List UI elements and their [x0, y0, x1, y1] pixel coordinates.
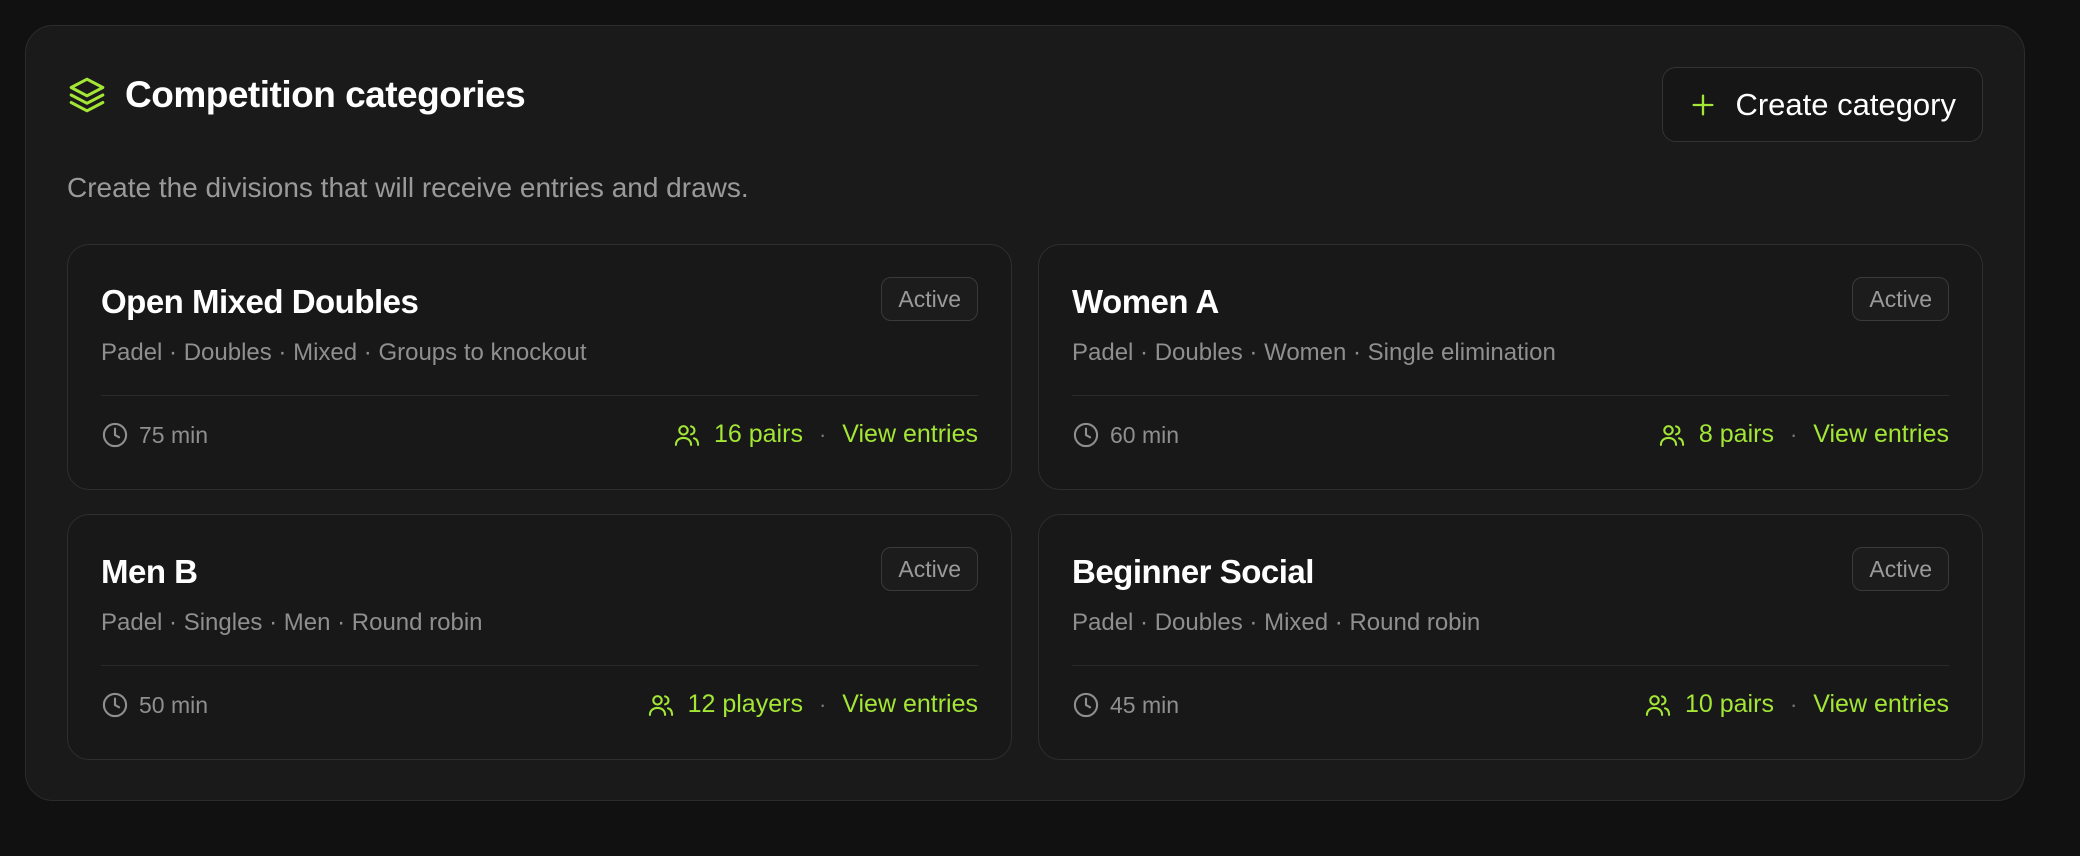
view-entries-link[interactable]: View entries — [1813, 420, 1949, 449]
category-grid: Open Mixed Doubles Active Padel · Double… — [67, 244, 1984, 760]
view-entries-link[interactable]: View entries — [842, 420, 978, 449]
entries-summary: 12 players · View entries — [647, 690, 978, 719]
match-duration: 60 min — [1072, 421, 1179, 449]
card-divider — [1072, 395, 1949, 396]
users-icon — [648, 694, 673, 716]
page-subtitle: Create the divisions that will receive e… — [67, 172, 749, 203]
status-badge: Active — [881, 547, 978, 591]
entries-summary: 10 pairs · View entries — [1644, 690, 1949, 719]
category-meta: Padel · Doubles · Mixed · Round robin — [1072, 609, 1481, 636]
clock-icon — [102, 422, 128, 448]
match-duration: 50 min — [101, 691, 208, 719]
users-icon — [1659, 424, 1685, 446]
category-name: Women A — [1072, 283, 1219, 320]
category-card: Women A Active Padel · Doubles · Women ·… — [1038, 244, 1983, 490]
match-duration: 45 min — [1072, 691, 1179, 719]
status-badge: Active — [1852, 277, 1949, 321]
layers-icon — [69, 77, 105, 113]
card-divider — [101, 665, 978, 666]
match-duration: 75 min — [101, 421, 208, 449]
view-entries-link[interactable]: View entries — [842, 690, 978, 719]
card-divider — [1072, 665, 1949, 666]
entry-count: 8 pairs — [1698, 420, 1774, 448]
separator-dot: · — [1789, 421, 1798, 447]
category-meta: Padel · Singles · Men · Round robin — [101, 609, 483, 636]
separator-dot: · — [818, 691, 827, 717]
users-icon — [1645, 694, 1671, 716]
entry-count: 10 pairs — [1685, 690, 1774, 718]
card-divider — [101, 395, 978, 396]
separator-dot: · — [1789, 691, 1798, 717]
category-card: Men B Active Padel · Singles · Men · Rou… — [67, 514, 1012, 760]
category-meta: Padel · Doubles · Mixed · Groups to knoc… — [101, 339, 587, 366]
view-entries-link[interactable]: View entries — [1813, 690, 1949, 719]
clock-icon — [1073, 692, 1099, 718]
duration-value: 75 min — [139, 421, 209, 448]
create-category-label: Create category — [1735, 86, 1956, 122]
status-badge: Active — [1852, 547, 1949, 591]
duration-value: 45 min — [1110, 691, 1180, 718]
status-badge: Active — [881, 277, 978, 321]
entry-count: 16 pairs — [714, 420, 803, 448]
category-name: Men B — [101, 553, 198, 590]
panel-header: Competition categories — [67, 74, 526, 116]
separator-dot: · — [818, 421, 827, 447]
category-card: Open Mixed Doubles Active Padel · Double… — [67, 244, 1012, 490]
page-title: Competition categories — [125, 74, 526, 115]
category-name: Beginner Social — [1072, 553, 1314, 590]
clock-icon — [1073, 422, 1099, 448]
duration-value: 60 min — [1110, 421, 1180, 448]
create-category-button[interactable]: Create category — [1662, 67, 1983, 142]
clock-icon — [102, 692, 128, 718]
users-icon — [674, 424, 700, 446]
category-card: Beginner Social Active Padel · Doubles ·… — [1038, 514, 1983, 760]
entries-summary: 8 pairs · View entries — [1658, 420, 1949, 449]
duration-value: 50 min — [139, 691, 209, 718]
entries-summary: 16 pairs · View entries — [673, 420, 978, 449]
competition-categories-panel: Competition categories Create the divisi… — [25, 25, 2025, 801]
category-meta: Padel · Doubles · Women · Single elimina… — [1072, 339, 1556, 366]
category-name: Open Mixed Doubles — [101, 283, 419, 320]
entry-count: 12 players — [687, 690, 803, 718]
plus-icon — [1692, 94, 1714, 116]
